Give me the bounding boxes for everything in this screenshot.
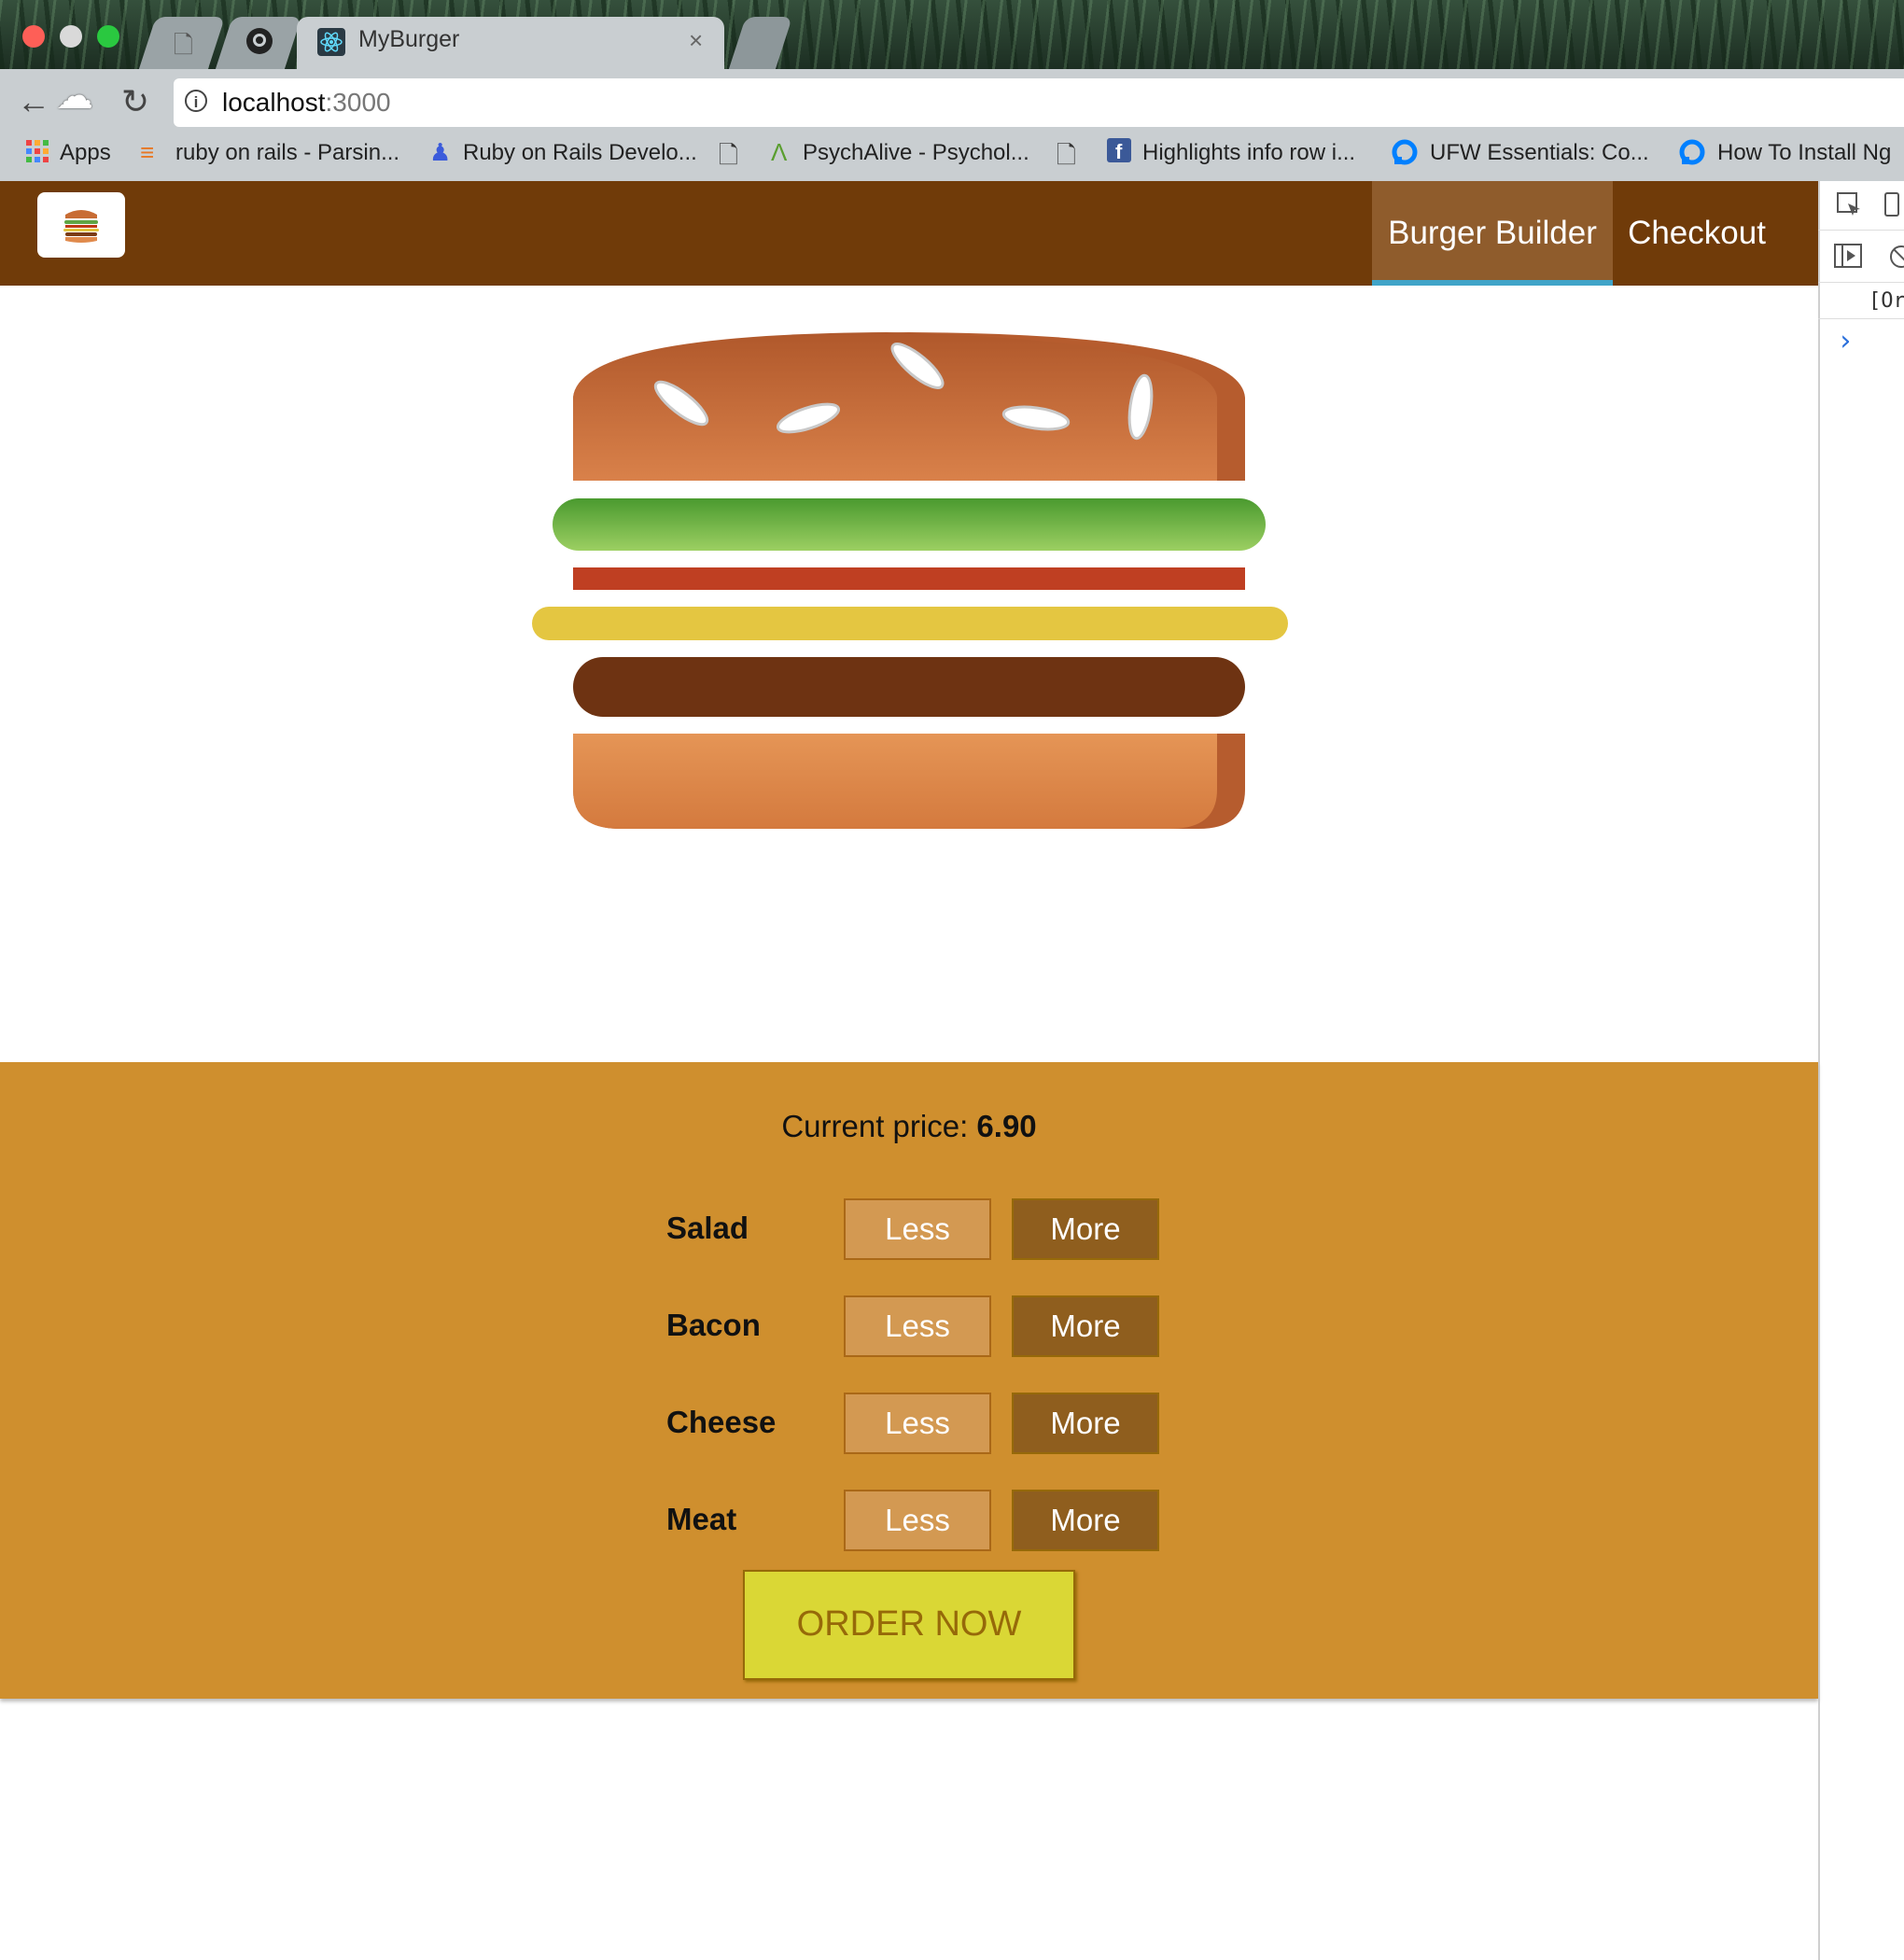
devtools-panel	[1818, 181, 1904, 1960]
bookmark-psychalive[interactable]: PsychAlive - Psychol...	[803, 140, 1029, 166]
burger-logo[interactable]	[37, 192, 125, 258]
bookmark-ruby-on-rails-parsing[interactable]: ruby on rails - Parsin...	[175, 140, 399, 166]
ingredient-label-cheese: Cheese	[666, 1405, 777, 1439]
device-toolbar-icon[interactable]	[1880, 190, 1904, 218]
bread-bottom	[573, 734, 1245, 829]
bread-top	[573, 332, 1245, 481]
salad-more-button[interactable]: More	[1012, 1198, 1159, 1260]
cheese-more-button[interactable]: More	[1012, 1393, 1159, 1454]
order-now-button[interactable]: ORDER NOW	[743, 1570, 1075, 1680]
meat-more-button[interactable]: More	[1012, 1490, 1159, 1551]
github-icon	[245, 26, 274, 56]
maximize-window-button[interactable]	[97, 25, 119, 48]
digitalocean-icon	[1678, 138, 1706, 166]
ingredient-meat	[573, 657, 1245, 717]
apps-grid-icon	[24, 138, 50, 164]
bookmark-apps[interactable]: Apps	[60, 140, 111, 166]
reload-icon[interactable]: ↻	[121, 82, 149, 121]
tab-title: MyBurger	[358, 26, 460, 52]
ingredient-label-bacon: Bacon	[666, 1308, 761, 1342]
close-window-button[interactable]	[22, 25, 45, 48]
console-prompt-chevron-icon[interactable]: ›	[1837, 325, 1854, 357]
minimize-window-button[interactable]	[60, 25, 82, 48]
stackoverflow-icon: ≡	[140, 138, 155, 166]
bookmark-how-to-install-nginx[interactable]: How To Install Ng	[1717, 140, 1891, 166]
inspect-element-icon[interactable]	[1835, 190, 1863, 218]
facebook-icon: f	[1107, 138, 1131, 163]
console-output-line: [Or	[1869, 289, 1904, 313]
page-icon[interactable]: 🗋	[719, 138, 738, 179]
ingredient-bacon	[573, 567, 1245, 590]
info-icon[interactable]: i	[185, 90, 207, 112]
bacon-less-button[interactable]: Less	[844, 1295, 991, 1357]
psychalive-icon: Λ	[771, 138, 788, 166]
bookmark-ruby-on-rails-developer[interactable]: Ruby on Rails Develo...	[463, 140, 697, 166]
nav-checkout[interactable]: Checkout	[1613, 181, 1781, 286]
ingredient-label-salad: Salad	[666, 1211, 749, 1245]
console-divider	[1818, 317, 1904, 319]
ingredient-label-meat: Meat	[666, 1502, 737, 1536]
ingredient-cheese	[532, 607, 1288, 640]
cheese-less-button[interactable]: Less	[844, 1393, 991, 1454]
url-text[interactable]: localhost:3000	[222, 88, 391, 118]
tab-close-icon[interactable]: ×	[689, 26, 703, 55]
price-value: 6.90	[976, 1109, 1037, 1143]
person-icon: ♟	[429, 138, 452, 166]
digitalocean-icon	[1391, 138, 1419, 166]
nav-burger-builder[interactable]: Burger Builder	[1372, 181, 1613, 286]
bookmark-highlights-info-row[interactable]: Highlights info row i...	[1142, 140, 1355, 166]
burger-preview	[0, 286, 1818, 1062]
ingredient-salad	[553, 498, 1266, 551]
totoro-theme-icon: ☁	[56, 76, 93, 117]
svg-text:f: f	[1115, 140, 1123, 162]
page-icon: 🗋	[174, 31, 193, 59]
address-bar[interactable]	[174, 78, 1904, 127]
back-arrow-icon[interactable]: ←	[17, 82, 50, 121]
page-icon[interactable]: 🗋	[1057, 138, 1076, 179]
clear-console-icon[interactable]	[1887, 243, 1904, 271]
meat-less-button[interactable]: Less	[844, 1490, 991, 1551]
console-sidebar-icon[interactable]	[1833, 241, 1863, 271]
current-price: Current price: 6.90	[781, 1109, 1037, 1143]
bacon-more-button[interactable]: More	[1012, 1295, 1159, 1357]
react-icon	[317, 28, 345, 56]
burger-logo-icon	[63, 210, 99, 243]
salad-less-button[interactable]: Less	[844, 1198, 991, 1260]
bookmark-ufw-essentials[interactable]: UFW Essentials: Co...	[1430, 140, 1649, 166]
